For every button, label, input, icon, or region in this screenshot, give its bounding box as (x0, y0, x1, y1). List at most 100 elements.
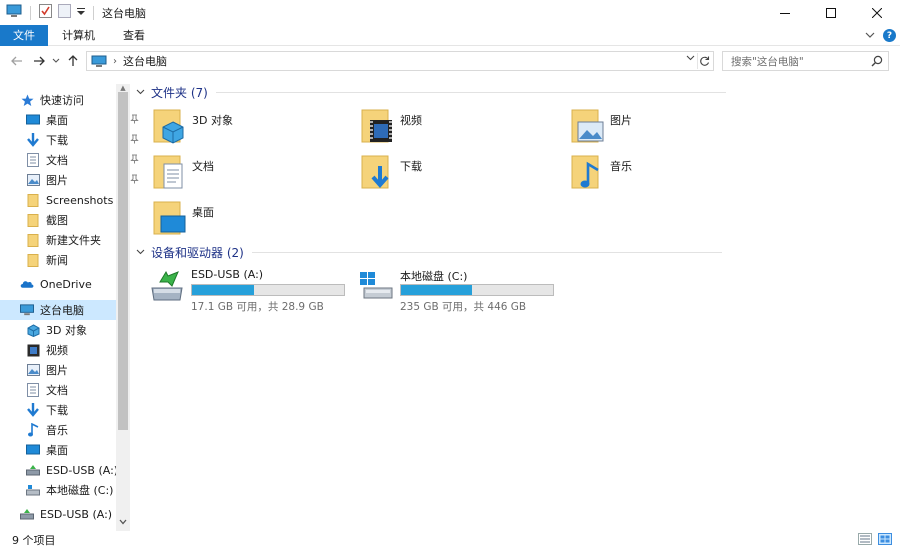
folder-videos[interactable]: 视频 (360, 108, 422, 144)
sidebar-item-documents-pc[interactable]: 文档 (26, 380, 116, 400)
sidebar-label: 截图 (46, 214, 68, 227)
address-bar[interactable]: › 这台电脑 (86, 51, 714, 71)
download-folder-icon (361, 155, 389, 189)
expand-ribbon-button[interactable] (865, 29, 875, 42)
folder-pictures[interactable]: 图片 (570, 108, 632, 144)
drive-usb[interactable]: ESD-USB (A:) 17.1 GB 可用，共 28.9 GB (150, 266, 350, 313)
folder-icon (26, 253, 40, 267)
scroll-down-button[interactable] (116, 516, 130, 528)
sidebar-item-pictures-pc[interactable]: 图片 (26, 360, 116, 380)
document-folder-icon (153, 155, 183, 189)
search-input[interactable]: 搜索"这台电脑" (722, 51, 889, 71)
window-controls (762, 0, 900, 25)
sidebar-item-videos[interactable]: 视频 (26, 340, 116, 360)
breadcrumb-separator[interactable]: › (113, 56, 117, 67)
computer-icon (91, 55, 107, 67)
sidebar-item-quick-access[interactable]: 快速访问 (20, 90, 116, 110)
forward-button[interactable] (28, 50, 50, 72)
tile-label: 音乐 (610, 160, 632, 173)
sidebar-item-this-pc[interactable]: 这台电脑 (0, 300, 116, 320)
sidebar-item-onedrive[interactable]: OneDrive (20, 274, 116, 294)
minimize-button[interactable] (762, 0, 808, 25)
content-pane: 文件夹 (7) 3D 对象 视频 图片 文档 下载 音乐 桌面 设备和驱动器 (… (136, 78, 900, 531)
folders-group-header[interactable]: 文件夹 (7) (136, 84, 756, 101)
properties-icon[interactable] (39, 4, 52, 21)
drive-usage-fill (192, 285, 255, 295)
document-icon (26, 153, 40, 167)
computer-icon (20, 303, 34, 317)
close-button[interactable] (854, 0, 900, 25)
details-view-button[interactable] (858, 533, 872, 548)
sidebar-item-documents[interactable]: 文档 (26, 150, 139, 170)
drive-local-disk[interactable]: 本地磁盘 (C:) 235 GB 可用，共 446 GB (358, 266, 558, 313)
usb-drive-icon (26, 463, 40, 477)
sidebar-item-screenshots[interactable]: Screenshots (26, 190, 116, 210)
ribbon-right-controls: ? (865, 25, 896, 46)
folder-3d-objects[interactable]: 3D 对象 (152, 108, 233, 144)
back-button[interactable] (6, 50, 28, 72)
picture-folder-icon (571, 109, 604, 143)
breadcrumb-this-pc[interactable]: 这台电脑 (123, 53, 167, 69)
sidebar-item-desktop[interactable]: 桌面 (26, 110, 139, 130)
customize-toolbar-icon[interactable] (77, 6, 85, 19)
tile-label: 图片 (610, 114, 632, 127)
sidebar-item-downloads[interactable]: 下载 (26, 130, 139, 150)
sidebar-item-news[interactable]: 新闻 (26, 250, 116, 270)
refresh-icon (700, 56, 710, 66)
sidebar-item-downloads-pc[interactable]: 下载 (26, 400, 116, 420)
toolbar-separator (30, 5, 31, 20)
new-folder-icon[interactable] (58, 4, 71, 21)
folder-icon (26, 213, 40, 227)
cloud-icon (20, 277, 34, 291)
tab-view[interactable]: 查看 (109, 25, 159, 46)
sidebar-label: ESD-USB (A:) (40, 507, 113, 521)
chevron-down-icon[interactable] (136, 88, 145, 98)
sidebar-item-local-disk[interactable]: 本地磁盘 (C:) (26, 480, 116, 500)
large-icons-view-icon (878, 533, 892, 545)
folder-desktop[interactable]: 桌面 (152, 200, 214, 236)
local-disk-icon (26, 483, 40, 497)
large-icons-view-button[interactable] (878, 533, 892, 548)
folder-documents[interactable]: 文档 (152, 154, 214, 190)
computer-icon[interactable] (6, 4, 22, 21)
3d-objects-icon (26, 323, 40, 337)
ribbon-tabs: 文件 计算机 查看 ? (0, 24, 900, 46)
tab-file[interactable]: 文件 (0, 24, 48, 46)
sidebar-item-desktop-pc[interactable]: 桌面 (26, 440, 116, 460)
search-icon[interactable] (871, 55, 883, 70)
chevron-down-icon[interactable] (136, 248, 145, 258)
sidebar-item-3d-objects[interactable]: 3D 对象 (26, 320, 116, 340)
folder-downloads[interactable]: 下载 (360, 154, 422, 190)
sidebar-item-pictures[interactable]: 图片 (26, 170, 139, 190)
maximize-button[interactable] (808, 0, 854, 25)
sidebar-item-music[interactable]: 音乐 (26, 420, 116, 440)
navigation-pane: 快速访问 桌面 下载 文档 图片 Screenshots 截图 新建文件夹 新闻 (0, 84, 139, 531)
drives-group-header[interactable]: 设备和驱动器 (2) (136, 244, 756, 261)
drive-name: 本地磁盘 (C:) (400, 270, 468, 283)
chevron-down-icon (686, 55, 695, 61)
help-button[interactable]: ? (883, 29, 896, 42)
refresh-button[interactable] (697, 53, 711, 69)
sidebar-item-usb-drive[interactable]: ESD-USB (A:) (26, 460, 118, 480)
quick-access-toolbar: 这台电脑 (0, 0, 152, 25)
scroll-up-button[interactable]: ▲ (116, 84, 130, 92)
sidebar-item-screenshots-cn[interactable]: 截图 (26, 210, 116, 230)
music-folder-icon (571, 155, 599, 189)
sidebar-scrollbar[interactable]: ▲ (116, 84, 130, 531)
folder-icon (26, 233, 40, 247)
tile-label: 3D 对象 (192, 114, 233, 127)
close-icon (872, 7, 882, 18)
navigation-bar: › 这台电脑 搜索"这台电脑" (0, 47, 900, 75)
sidebar-item-usb-root[interactable]: ESD-USB (A:) (20, 504, 116, 524)
arrow-up-icon (68, 55, 78, 66)
tab-computer[interactable]: 计算机 (48, 25, 109, 46)
sidebar-label: 新建文件夹 (46, 234, 101, 247)
sidebar-item-new-folder[interactable]: 新建文件夹 (26, 230, 116, 250)
folder-music[interactable]: 音乐 (570, 154, 632, 190)
sidebar-label: 3D 对象 (46, 324, 87, 337)
scrollbar-thumb[interactable] (118, 92, 128, 430)
recent-locations-button[interactable] (50, 50, 62, 72)
up-button[interactable] (62, 50, 84, 72)
address-history-dropdown[interactable] (686, 54, 695, 64)
tile-label: 下载 (400, 160, 422, 173)
